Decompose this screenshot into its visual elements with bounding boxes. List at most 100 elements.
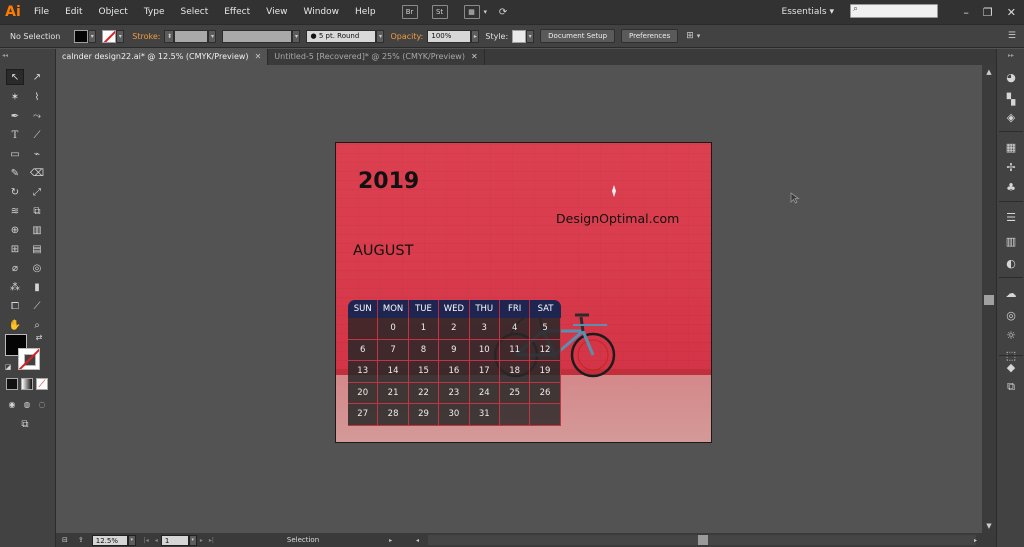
default-colors-icon[interactable]: ◪	[3, 362, 13, 372]
curvature-tool-icon[interactable]: ⤳	[28, 108, 46, 124]
selection-tool-icon[interactable]: ↖	[6, 69, 24, 85]
scroll-right-icon[interactable]: ▸	[974, 537, 977, 544]
draw-inside-icon[interactable]: ◌	[36, 398, 48, 410]
stroke-color-swatch[interactable]	[102, 29, 117, 43]
artboards-panel-icon[interactable]: ⧉	[1003, 379, 1019, 395]
color-panel-icon[interactable]: ◕	[1003, 69, 1019, 85]
type-tool-icon[interactable]: T	[6, 127, 24, 143]
draw-normal-icon[interactable]: ◉	[6, 398, 18, 410]
menu-window[interactable]: Window	[296, 0, 348, 24]
slice-tool-icon[interactable]: ⟋	[28, 298, 46, 314]
restore-icon[interactable]: ❐	[983, 6, 993, 19]
transparency-panel-icon[interactable]: ◐	[1003, 255, 1019, 271]
color-guide-icon[interactable]: ▚	[1003, 91, 1019, 107]
artboard-number-field[interactable]: 1	[160, 534, 189, 546]
scroll-left-icon[interactable]: ◂	[416, 537, 419, 544]
close-icon[interactable]: ✕	[255, 49, 262, 65]
variable-width-field[interactable]	[222, 29, 293, 43]
artboard-dropdown[interactable]: ▾	[188, 534, 197, 546]
graphic-style-swatch[interactable]	[512, 29, 527, 43]
panel-menu-icon[interactable]: ☰	[1008, 31, 1016, 41]
stroke-dropdown[interactable]: ▾	[116, 29, 125, 43]
symbol-sprayer-tool-icon[interactable]: ⁂	[6, 279, 24, 295]
bridge-icon[interactable]: Br	[401, 5, 418, 19]
screen-mode-icon[interactable]: ⧉	[16, 417, 34, 431]
menu-help[interactable]: Help	[347, 0, 384, 24]
status-menu-icon[interactable]: ▸	[389, 537, 392, 544]
paintbrush-tool-icon[interactable]: ⌁	[28, 146, 46, 162]
vertical-scroll-thumb[interactable]	[984, 295, 994, 305]
swap-fill-stroke-icon[interactable]: ⇄	[34, 332, 44, 342]
layers-panel-icon[interactable]: ◆	[1003, 359, 1019, 375]
brush-definition-field[interactable]: ● 5 pt. Round	[306, 29, 377, 43]
pen-tool-icon[interactable]: ✒	[6, 108, 24, 124]
rotate-tool-icon[interactable]: ↻	[6, 184, 24, 200]
stroke-weight-stepper[interactable]: ⬍	[164, 29, 175, 43]
close-icon[interactable]: ✕	[471, 49, 478, 65]
tab-untitled-5[interactable]: Untitled-5 [Recovered]* @ 25% (CMYK/Prev…	[268, 49, 485, 65]
menu-view[interactable]: View	[258, 0, 295, 24]
zoom-dropdown[interactable]: ▾	[127, 534, 136, 546]
rectangle-tool-icon[interactable]: ▭	[6, 146, 24, 162]
next-artboard-icon[interactable]: ▸	[200, 537, 203, 544]
close-icon[interactable]: ✕	[1007, 6, 1016, 19]
direct-selection-tool-icon[interactable]: ↗	[28, 69, 46, 85]
swatches-panel-icon[interactable]: ▦	[1003, 139, 1019, 155]
column-graph-tool-icon[interactable]: ▮	[28, 279, 46, 295]
artboard-calendar[interactable]: 2019 DesignOptimal.com AUGUST SUN MON TUE W…	[335, 142, 712, 443]
horizontal-scroll-thumb[interactable]	[698, 535, 708, 545]
document-setup-button[interactable]: Document Setup	[540, 29, 616, 43]
eyedropper-tool-icon[interactable]: ⌀	[6, 260, 24, 276]
pencil-tool-icon[interactable]: ✎	[6, 165, 24, 181]
chevron-down-icon[interactable]: ▾	[697, 32, 701, 40]
search-input[interactable]: ⌕	[850, 4, 938, 18]
scroll-up-icon[interactable]: ▲	[984, 67, 994, 77]
last-artboard-icon[interactable]: ▸|	[209, 537, 214, 544]
libraries-panel-icon[interactable]: ◈	[1003, 109, 1019, 125]
menu-object[interactable]: Object	[91, 0, 136, 24]
gradient-tool-icon[interactable]: ▤	[28, 241, 46, 257]
variable-width-dropdown[interactable]: ▾	[292, 29, 301, 43]
none-mode-icon[interactable]: ⟋	[36, 378, 48, 390]
graphic-styles-panel-icon[interactable]: ☼	[1003, 327, 1019, 343]
brush-dropdown[interactable]: ▾	[376, 29, 385, 43]
style-dropdown[interactable]: ▾	[526, 29, 535, 43]
arrange-documents-icon[interactable]: ▦	[463, 5, 480, 19]
mesh-tool-icon[interactable]: ⊞	[6, 241, 24, 257]
vertical-scrollbar[interactable]: ▲ ▼	[982, 65, 996, 533]
zoom-field[interactable]: 12.5%	[91, 534, 128, 546]
creative-cloud-icon[interactable]: ☁	[1003, 285, 1019, 301]
workspace-switcher[interactable]: Essentials ▾	[782, 0, 834, 24]
draw-behind-icon[interactable]: ◍	[21, 398, 33, 410]
scale-tool-icon[interactable]: ⤢	[28, 184, 46, 200]
stroke-panel-icon[interactable]: ☰	[1003, 209, 1019, 225]
stroke-weight-dropdown[interactable]: ▾	[208, 29, 217, 43]
shape-builder-tool-icon[interactable]: ⊕	[6, 222, 24, 238]
color-mode-icon[interactable]	[6, 378, 18, 390]
fill-color-swatch[interactable]	[74, 29, 89, 43]
opacity-dropdown[interactable]: ▸	[471, 29, 480, 43]
blend-tool-icon[interactable]: ◎	[28, 260, 46, 276]
panel-collapse-icon[interactable]: ▸▸	[1003, 51, 1019, 59]
symbols-panel-icon[interactable]: ♣	[1003, 179, 1019, 195]
preferences-button[interactable]: Preferences	[621, 29, 679, 43]
appearance-panel-icon[interactable]: ◎	[1003, 307, 1019, 323]
minimize-icon[interactable]: –	[963, 6, 969, 19]
brushes-panel-icon[interactable]: ✢	[1003, 159, 1019, 175]
scroll-down-icon[interactable]: ▼	[984, 521, 994, 531]
first-artboard-icon[interactable]: |◂	[144, 537, 149, 544]
menu-file[interactable]: File	[26, 0, 57, 24]
panel-collapse-icon[interactable]: ◂◂	[2, 51, 54, 59]
perspective-grid-tool-icon[interactable]: ▥	[28, 222, 46, 238]
horizontal-scrollbar[interactable]	[428, 535, 976, 545]
artboard-tool-icon[interactable]: ⧠	[6, 298, 24, 314]
menu-type[interactable]: Type	[136, 0, 173, 24]
free-transform-tool-icon[interactable]: ⧉	[28, 203, 46, 219]
gradient-panel-icon[interactable]: ▥	[1003, 233, 1019, 249]
lasso-tool-icon[interactable]: ⌇	[28, 89, 46, 105]
stroke-label[interactable]: Stroke:	[132, 32, 160, 41]
previous-artboard-icon[interactable]: ◂	[155, 537, 158, 544]
hand-tool-icon[interactable]: ✋	[6, 317, 24, 333]
gpu-performance-icon[interactable]: ⟳	[495, 5, 511, 19]
tab-calendar-design[interactable]: calnder design22.ai* @ 12.5% (CMYK/Previ…	[56, 49, 269, 65]
